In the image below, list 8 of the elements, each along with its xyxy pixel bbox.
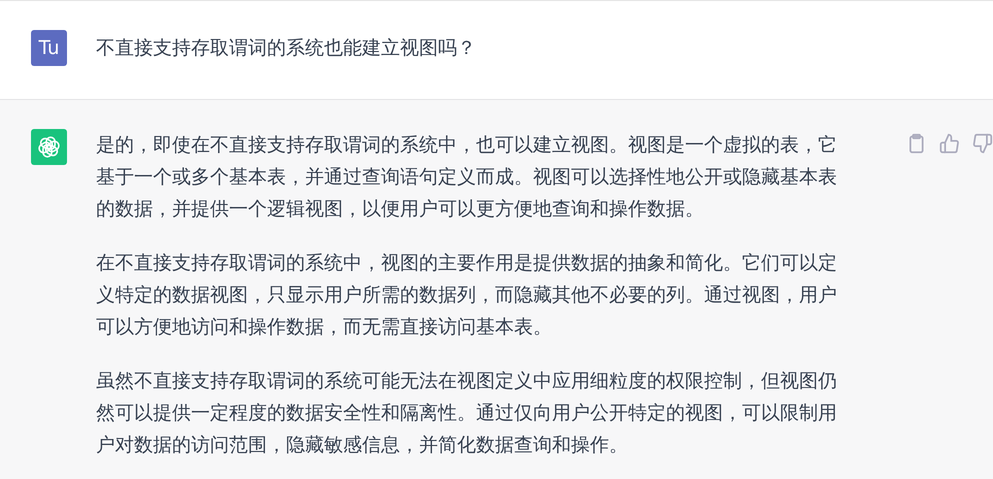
answer-paragraph: 虽然不直接支持存取谓词的系统可能无法在视图定义中应用细粒度的权限控制，但视图仍然可以提供一定程度的数据安全性和隔离性。通过仅向用户公开特定的视图，可以限制用户对数据的访问范围，隐藏敏感信息，并简化数据查询和操作。: [96, 369, 838, 458]
thumbs-down-icon[interactable]: [972, 133, 993, 154]
answer-paragraph: 是的，即使在不直接支持存取谓词的系统中，也可以建立视图。视图是一个虚拟的表，它基于一个或多个基本表，并通过查询语句定义而成。视图可以选择性地公开或隐藏基本表的数据，并提供一个逻辑视图，以便用户可以更方便地查询和操作数据。: [96, 133, 838, 222]
assistant-logo: [31, 129, 67, 165]
question-text: 不直接支持存取谓词的系统也能建立视图吗？: [96, 36, 477, 61]
answer-paragraph: 在不直接支持存取谓词的系统中，视图的主要作用是提供数据的抽象和简化。它们可以定义特定的数据视图，只显示用户所需的数据列，而隐藏其他不必要的列。通过视图，用户可以方便地访问和操作数据，而无需直接访问基本表。: [96, 251, 838, 340]
thumbs-up-icon[interactable]: [939, 133, 960, 154]
user-avatar: Tu: [31, 30, 67, 66]
